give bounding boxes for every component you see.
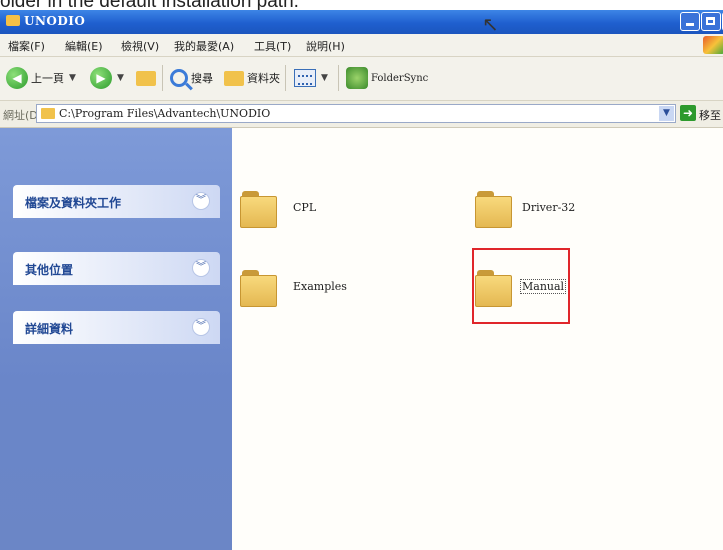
menu-help[interactable]: 說明(H) — [306, 38, 345, 54]
folder-icon — [240, 191, 277, 228]
up-folder-icon — [136, 70, 156, 86]
back-label: 上一頁 — [31, 72, 64, 85]
menu-view[interactable]: 檢視(V) — [121, 38, 159, 54]
toolbar-separator — [162, 65, 163, 91]
title-bar: UNODIO ↖ — [0, 10, 723, 34]
task-label: 檔案及資料夾工作 — [25, 196, 122, 210]
window-title: UNODIO — [24, 14, 86, 28]
folder-name: CPL — [293, 201, 317, 214]
back-arrow-icon: ◀ — [6, 67, 28, 89]
file-list: CPL Driver-32 Examples Manual — [232, 128, 723, 550]
search-label: 搜尋 — [191, 72, 213, 85]
folder-icon — [240, 270, 277, 307]
toolbar-separator — [285, 65, 286, 91]
up-folder-button[interactable] — [136, 66, 156, 90]
folders-icon — [224, 70, 244, 86]
toolbar-separator — [338, 65, 339, 91]
task-details[interactable]: 詳細資料 ︾ — [13, 311, 220, 344]
address-path: C:\Program Files\Advantech\UNODIO — [59, 107, 271, 120]
explorer-window: UNODIO ↖ 檔案(F) 編輯(E) 檢視(V) 我的最愛(A) 工具(T)… — [0, 10, 723, 550]
back-dropdown-icon[interactable]: ▼ — [69, 73, 76, 83]
forward-button[interactable]: ▶ ▼ — [90, 66, 124, 90]
folder-sync-icon — [346, 67, 368, 89]
views-icon — [294, 69, 316, 87]
toolbar: ◀ 上一頁 ▼ ▶ ▼ 搜尋 資料夾 ▼ FolderSync — [0, 57, 723, 101]
task-label: 其他位置 — [25, 263, 74, 277]
maximize-button[interactable] — [701, 12, 721, 31]
forward-arrow-icon: ▶ — [90, 67, 112, 89]
address-input[interactable]: C:\Program Files\Advantech\UNODIO ▼ — [36, 104, 676, 123]
back-button[interactable]: ◀ 上一頁 ▼ — [6, 66, 76, 90]
chevron-down-icon[interactable]: ︾ — [192, 259, 210, 277]
menu-edit[interactable]: 編輯(E) — [65, 38, 103, 54]
folder-icon — [41, 108, 55, 119]
address-bar: 網址(D) C:\Program Files\Advantech\UNODIO … — [0, 101, 723, 128]
go-label[interactable]: 移至 — [699, 107, 721, 123]
chevron-down-icon[interactable]: ︾ — [192, 192, 210, 210]
menu-favorites[interactable]: 我的最愛(A) — [174, 38, 234, 54]
search-button[interactable]: 搜尋 — [170, 66, 213, 90]
folder-sync-button[interactable]: FolderSync — [346, 66, 428, 90]
folder-sync-label: FolderSync — [371, 72, 429, 84]
task-other-places[interactable]: 其他位置 ︾ — [13, 252, 220, 285]
chevron-down-icon[interactable]: ︾ — [192, 318, 210, 336]
forward-dropdown-icon[interactable]: ▼ — [117, 73, 124, 83]
menu-bar: 檔案(F) 編輯(E) 檢視(V) 我的最愛(A) 工具(T) 說明(H) — [0, 34, 723, 57]
folders-label: 資料夾 — [247, 72, 280, 85]
search-icon — [170, 69, 188, 87]
menu-tools[interactable]: 工具(T) — [254, 38, 291, 54]
minimize-button[interactable] — [680, 12, 700, 31]
red-highlight-box — [472, 248, 570, 324]
menu-file[interactable]: 檔案(F) — [8, 38, 45, 54]
windows-logo-icon — [703, 36, 723, 54]
mouse-cursor-icon: ↖ — [482, 12, 499, 36]
task-pane: 檔案及資料夾工作 ︾ 其他位置 ︾ 詳細資料 ︾ — [0, 128, 232, 550]
task-file-folder-tasks[interactable]: 檔案及資料夾工作 ︾ — [13, 185, 220, 218]
folder-name: Examples — [293, 280, 347, 293]
views-button[interactable]: ▼ — [294, 66, 328, 90]
folder-icon — [475, 191, 512, 228]
folder-name: Driver-32 — [522, 201, 576, 214]
task-label: 詳細資料 — [25, 322, 74, 336]
address-dropdown-icon[interactable]: ▼ — [659, 106, 674, 121]
views-dropdown-icon[interactable]: ▼ — [321, 73, 328, 83]
folders-button[interactable]: 資料夾 — [224, 66, 280, 90]
folder-app-icon — [6, 15, 20, 26]
go-arrow-icon[interactable]: ➜ — [680, 105, 696, 121]
